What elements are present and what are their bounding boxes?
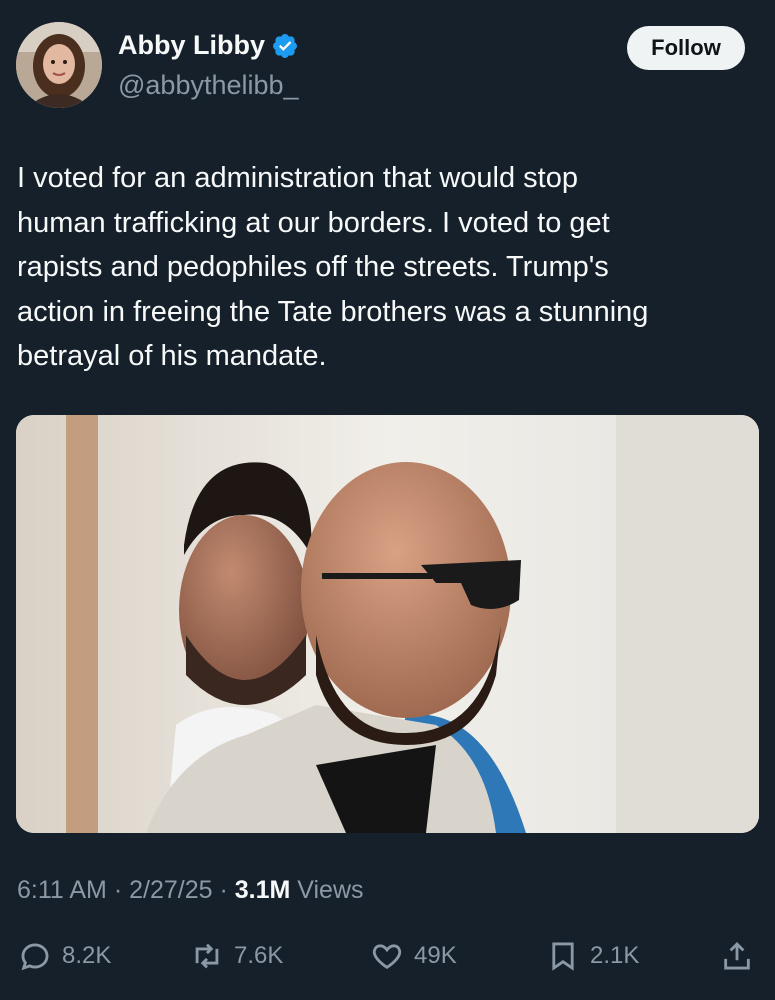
tweet-date[interactable]: 2/27/25 [129, 876, 212, 904]
bookmark-icon [552, 942, 574, 971]
bookmark-count: 2.1K [590, 942, 640, 969]
verified-badge-icon[interactable] [271, 32, 299, 60]
tweet-meta: 6:11 AM · 2/27/25 · 3.1M Views [17, 876, 364, 905]
tweet-time[interactable]: 6:11 AM [17, 876, 107, 904]
share-icon [724, 941, 750, 970]
views-label: Views [290, 876, 364, 904]
tweet-text-line: human trafficking at our borders. I vote… [17, 206, 610, 239]
like-count: 49K [414, 942, 457, 969]
meta-separator: · [106, 876, 130, 904]
repost-count: 7.6K [234, 942, 284, 969]
avatar[interactable] [16, 22, 102, 108]
action-bar: 8.2K 7.6K 49K 2.1K [0, 932, 775, 980]
meta-separator: · [212, 876, 235, 904]
tweet-text-line: rapists and pedophiles off the streets. … [17, 251, 609, 283]
tweet-text-line: action in freeing the Tate brothers was … [17, 295, 649, 328]
bookmark-button[interactable]: 2.1K [546, 932, 639, 980]
tweet-media-photo[interactable] [16, 415, 759, 833]
like-icon [372, 944, 402, 969]
follow-button[interactable]: Follow [627, 26, 745, 70]
share-button[interactable] [720, 932, 754, 980]
reply-icon [21, 943, 49, 971]
name-row: Abby Libby [118, 30, 299, 61]
repost-icon [195, 943, 219, 969]
reply-count: 8.2K [62, 942, 112, 969]
views-count: 3.1M [234, 876, 291, 904]
user-handle[interactable]: @abbythelibb_ [118, 70, 299, 101]
tweet-text: I voted for an administration that would… [17, 156, 757, 379]
like-button[interactable]: 49K [370, 932, 457, 980]
tweet-text-line: I voted for an administration that would… [17, 162, 578, 194]
repost-button[interactable]: 7.6K [190, 932, 283, 980]
display-name[interactable]: Abby Libby [118, 30, 265, 61]
reply-button[interactable]: 8.2K [18, 932, 111, 980]
tweet-card: Abby Libby @abbythelibb_ Follow I voted … [0, 0, 775, 1000]
tweet-text-line: betrayal of his mandate. [17, 340, 327, 372]
